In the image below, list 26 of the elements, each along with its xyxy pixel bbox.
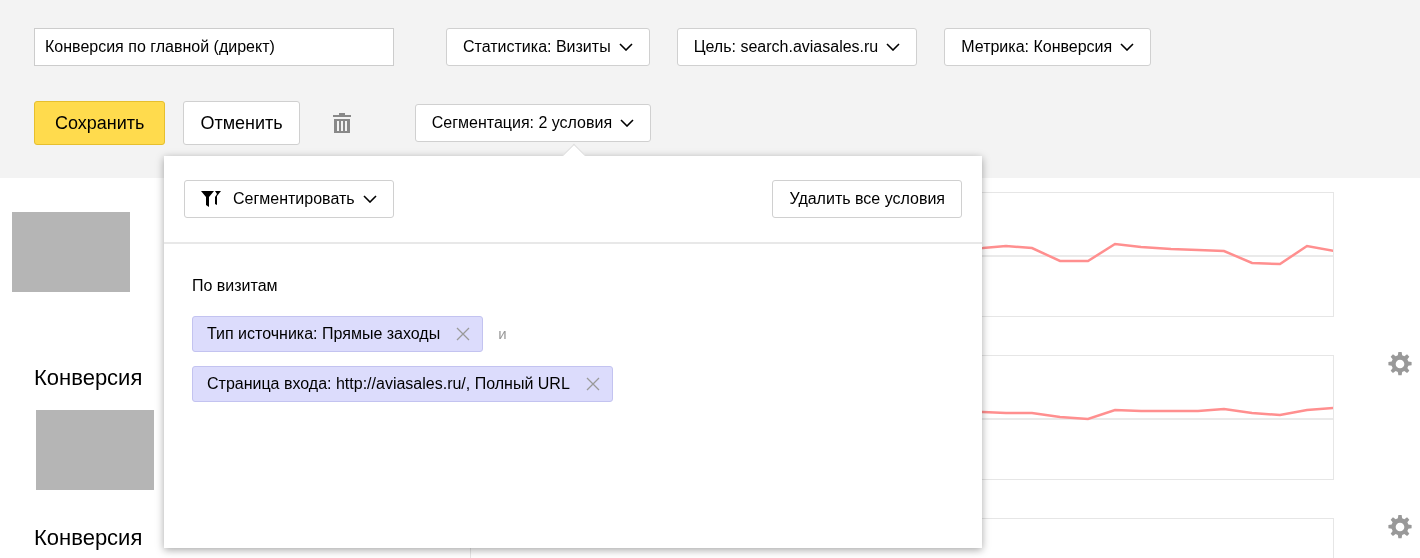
condition-tag[interactable]: Страница входа: http://aviasales.ru/, Полный URL [192, 366, 613, 402]
delete-all-conditions-button[interactable]: Удалить все условия [772, 180, 962, 218]
condition-tag[interactable]: Тип источника: Прямые заходы [192, 316, 484, 352]
filter-icon [201, 191, 221, 207]
close-icon[interactable] [456, 327, 471, 341]
chevron-down-icon [618, 43, 633, 51]
filter-dropdown[interactable]: Статистика: Визиты [446, 28, 650, 66]
segmentation-dropdown[interactable]: Сегментация: 2 условия [414, 104, 652, 142]
filter-dropdown[interactable]: Цель: search.aviasales.ru [676, 28, 918, 66]
cancel-button[interactable]: Отменить [183, 101, 300, 145]
trash-icon[interactable] [332, 113, 351, 133]
chevron-down-icon [620, 119, 635, 127]
widget-title: Конверсия [34, 367, 143, 389]
report-name-field[interactable]: Конверсия по главной (директ) [34, 28, 394, 66]
close-icon[interactable] [585, 377, 600, 391]
save-button[interactable]: Сохранить [34, 101, 166, 145]
conjunction-label: и [498, 323, 507, 344]
chevron-down-icon [362, 195, 377, 203]
settings-icon[interactable] [1387, 351, 1413, 377]
settings-icon[interactable] [1387, 514, 1413, 540]
chevron-down-icon [1120, 43, 1135, 51]
section-title: По визитам [192, 276, 279, 296]
segment-dropdown[interactable]: Сегментировать [184, 180, 394, 218]
filter-dropdown[interactable]: Метрика: Конверсия [944, 28, 1152, 66]
chevron-down-icon [886, 43, 901, 51]
widget-title: Конверсия [34, 527, 143, 549]
